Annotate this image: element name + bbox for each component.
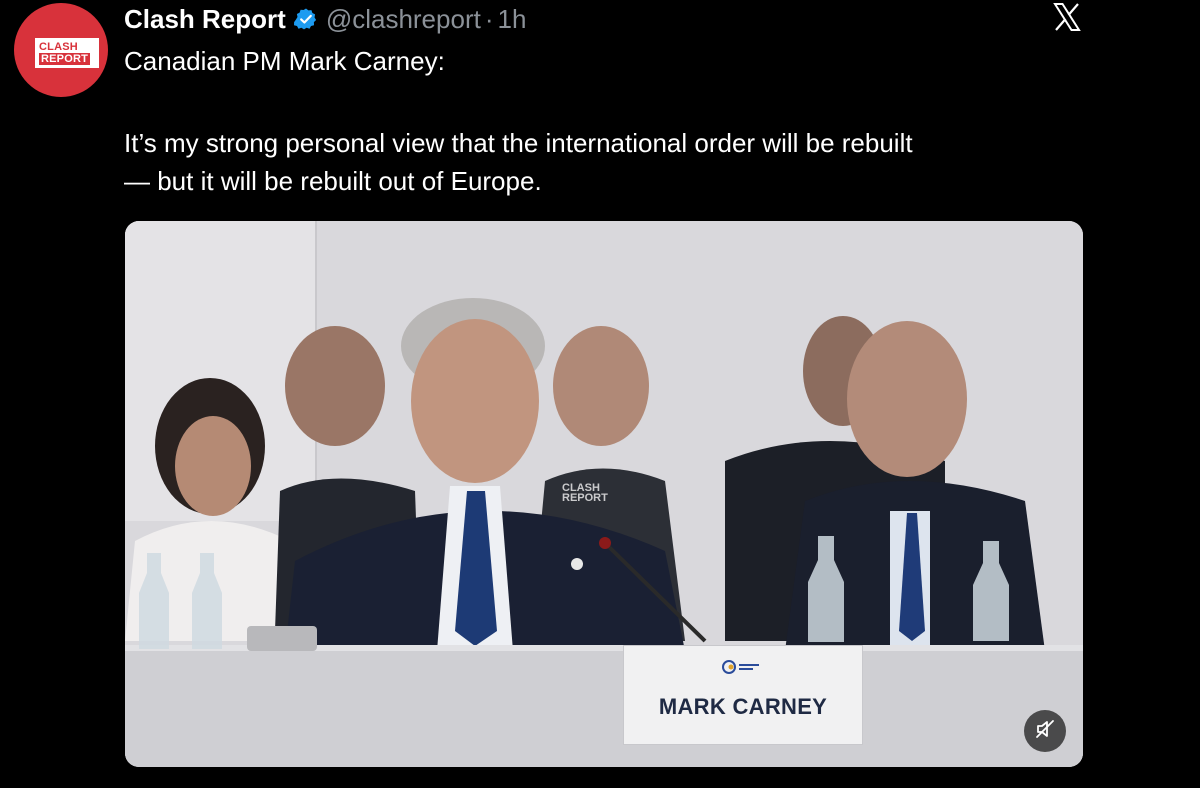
x-logo-icon <box>1052 2 1082 32</box>
post-text-quote-line-1: It’s my strong personal view that the in… <box>124 128 913 158</box>
nameplate-logo-icon <box>722 660 762 676</box>
post-header: Clash Report @clashreport · 1h <box>124 2 526 36</box>
post-text-intro: Canadian PM Mark Carney: <box>124 46 445 76</box>
video-player[interactable]: CLASH REPORT MARK CARNEY <box>125 221 1083 767</box>
author-name[interactable]: Clash Report <box>124 4 286 35</box>
avatar-logo: CLASH REPORT <box>35 38 99 68</box>
avatar-logo-bottom-text: REPORT <box>39 53 91 65</box>
header-separator: · <box>484 3 494 34</box>
avatar[interactable]: CLASH REPORT <box>14 3 108 97</box>
speaker-muted-icon <box>1034 718 1056 745</box>
post-timestamp[interactable]: 1h <box>498 4 527 35</box>
video-watermark: CLASH REPORT <box>562 483 658 505</box>
author-handle[interactable]: @clashreport <box>326 4 481 35</box>
post-text-quote: It’s my strong personal view that the in… <box>124 124 1124 200</box>
nameplate-text: MARK CARNEY <box>658 694 828 719</box>
avatar-logo-top-text: CLASH <box>39 41 78 53</box>
mute-toggle-button[interactable] <box>1024 710 1066 752</box>
post-text-quote-line-2: — but it will be rebuilt out of Europe. <box>124 166 542 196</box>
nameplate: MARK CARNEY <box>623 645 863 745</box>
watermark-bottom-text: REPORT <box>562 492 608 504</box>
verified-badge-icon <box>293 7 318 31</box>
